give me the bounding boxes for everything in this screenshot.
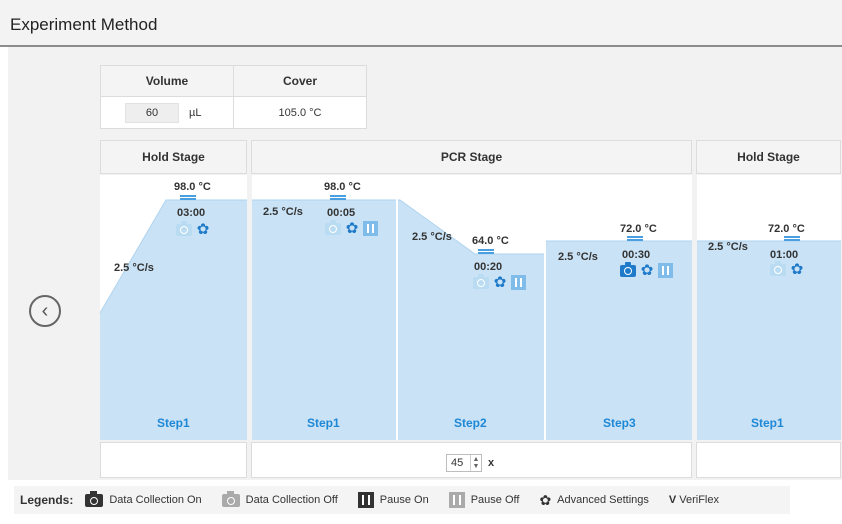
step-time[interactable]: 00:30	[622, 249, 650, 261]
gear-icon: ✿	[539, 491, 552, 508]
legend-label: Pause On	[379, 494, 429, 506]
step-temperature[interactable]: 98.0 °C	[324, 181, 361, 193]
step-label[interactable]: Step1	[157, 416, 190, 430]
temperature-profile-chart	[100, 175, 841, 440]
legend-label: Data Collection On	[109, 494, 202, 506]
stage-header-hold-1[interactable]: Hold Stage	[100, 140, 247, 174]
pause-off-icon	[448, 492, 465, 508]
ramp-rate[interactable]: 2.5 °C/s	[558, 251, 598, 263]
temperature-handle-icon[interactable]	[330, 195, 346, 203]
stage-divider	[692, 175, 697, 440]
camera-icon	[85, 490, 104, 507]
gear-icon[interactable]: ✿	[790, 262, 804, 277]
cycle-value[interactable]: 45	[447, 457, 470, 469]
gear-icon[interactable]: ✿	[493, 275, 507, 290]
camera-icon[interactable]	[473, 273, 489, 289]
cover-cell: 105.0 °C	[233, 96, 367, 129]
stage-header-hold-2[interactable]: Hold Stage	[696, 140, 841, 174]
step-temperature[interactable]: 72.0 °C	[620, 223, 657, 235]
camera-icon[interactable]	[325, 219, 341, 235]
legend-label: VeriFlex	[679, 494, 719, 506]
cover-value[interactable]: 105.0 °C	[279, 107, 322, 119]
ramp-rate[interactable]: 2.5 °C/s	[412, 231, 452, 243]
temperature-handle-icon[interactable]	[627, 236, 643, 244]
step-time[interactable]: 00:05	[327, 207, 355, 219]
step-icons: ✿	[620, 261, 673, 278]
cycle-count: 45 ▲ ▼ x	[446, 454, 494, 472]
camera-off-icon	[221, 490, 240, 507]
step-icons: ✿	[770, 261, 804, 277]
step-temperature[interactable]: 64.0 °C	[472, 235, 509, 247]
legend-label: Data Collection Off	[245, 494, 338, 506]
step-label[interactable]: Step3	[603, 416, 636, 430]
legend-item: ✿ Advanced Settings	[539, 492, 648, 509]
gear-icon[interactable]: ✿	[345, 221, 359, 236]
legend-item: Pause Off	[448, 492, 520, 508]
temperature-handle-icon[interactable]	[784, 236, 800, 244]
cycle-stepper[interactable]: 45 ▲ ▼	[446, 454, 482, 472]
volume-header: Volume	[100, 65, 234, 97]
step-time[interactable]: 03:00	[177, 207, 205, 219]
pause-icon	[357, 492, 374, 508]
legend-item: Data Collection Off	[221, 490, 338, 507]
thermal-profile	[100, 175, 841, 440]
temperature-handle-icon[interactable]	[478, 249, 494, 257]
step-time[interactable]: 01:00	[770, 249, 798, 261]
legend-bar: Legends: Data Collection On Data Collect…	[14, 486, 790, 514]
step-label[interactable]: Step1	[307, 416, 340, 430]
temperature-handle-icon[interactable]	[180, 195, 196, 203]
camera-icon[interactable]	[770, 261, 786, 276]
cycle-cell	[100, 442, 247, 478]
pause-icon[interactable]	[363, 221, 378, 236]
pause-icon[interactable]	[511, 275, 526, 290]
cycle-suffix: x	[488, 457, 495, 469]
step-label[interactable]: Step1	[751, 416, 784, 430]
legend-label: Advanced Settings	[557, 494, 649, 506]
chevron-left-icon[interactable]: ‹	[29, 295, 61, 327]
ramp-rate[interactable]: 2.5 °C/s	[263, 206, 303, 218]
cover-header: Cover	[233, 65, 367, 97]
volume-unit: µL	[189, 106, 202, 119]
legend-item: Pause On	[357, 492, 429, 508]
step-icons: ✿	[473, 273, 526, 290]
pause-icon[interactable]	[658, 263, 673, 278]
step-divider	[544, 175, 546, 440]
gear-icon[interactable]: ✿	[196, 222, 210, 237]
volume-input[interactable]: 60	[125, 102, 179, 123]
step-time[interactable]: 00:20	[474, 261, 502, 273]
ramp-rate[interactable]: 2.5 °C/s	[708, 241, 748, 253]
step-label[interactable]: Step2	[454, 416, 487, 430]
legend-item: V VeriFlex	[669, 494, 719, 506]
step-temperature[interactable]: 72.0 °C	[768, 223, 805, 235]
legend-label: Pause Off	[470, 494, 520, 506]
step-icons: ✿	[325, 219, 378, 236]
legend-title: Legends:	[20, 493, 74, 507]
volume-cell: 60 µL	[100, 96, 234, 129]
step-temperature[interactable]: 98.0 °C	[174, 181, 211, 193]
page-title: Experiment Method	[10, 15, 158, 34]
stage-divider	[247, 175, 252, 440]
ramp-rate[interactable]: 2.5 °C/s	[114, 262, 154, 274]
title-bar: Experiment Method	[0, 0, 842, 47]
stage-header-pcr[interactable]: PCR Stage	[251, 140, 692, 174]
cycle-cell	[696, 442, 841, 478]
veriflex-icon: V	[668, 494, 677, 506]
gear-icon[interactable]: ✿	[640, 263, 654, 278]
camera-icon[interactable]	[176, 221, 192, 236]
legend-item: Data Collection On	[85, 490, 202, 507]
step-divider	[396, 175, 398, 440]
stepper-arrows-icon[interactable]: ▲ ▼	[470, 455, 481, 471]
camera-icon[interactable]	[620, 261, 636, 277]
step-icons: ✿	[176, 221, 210, 237]
